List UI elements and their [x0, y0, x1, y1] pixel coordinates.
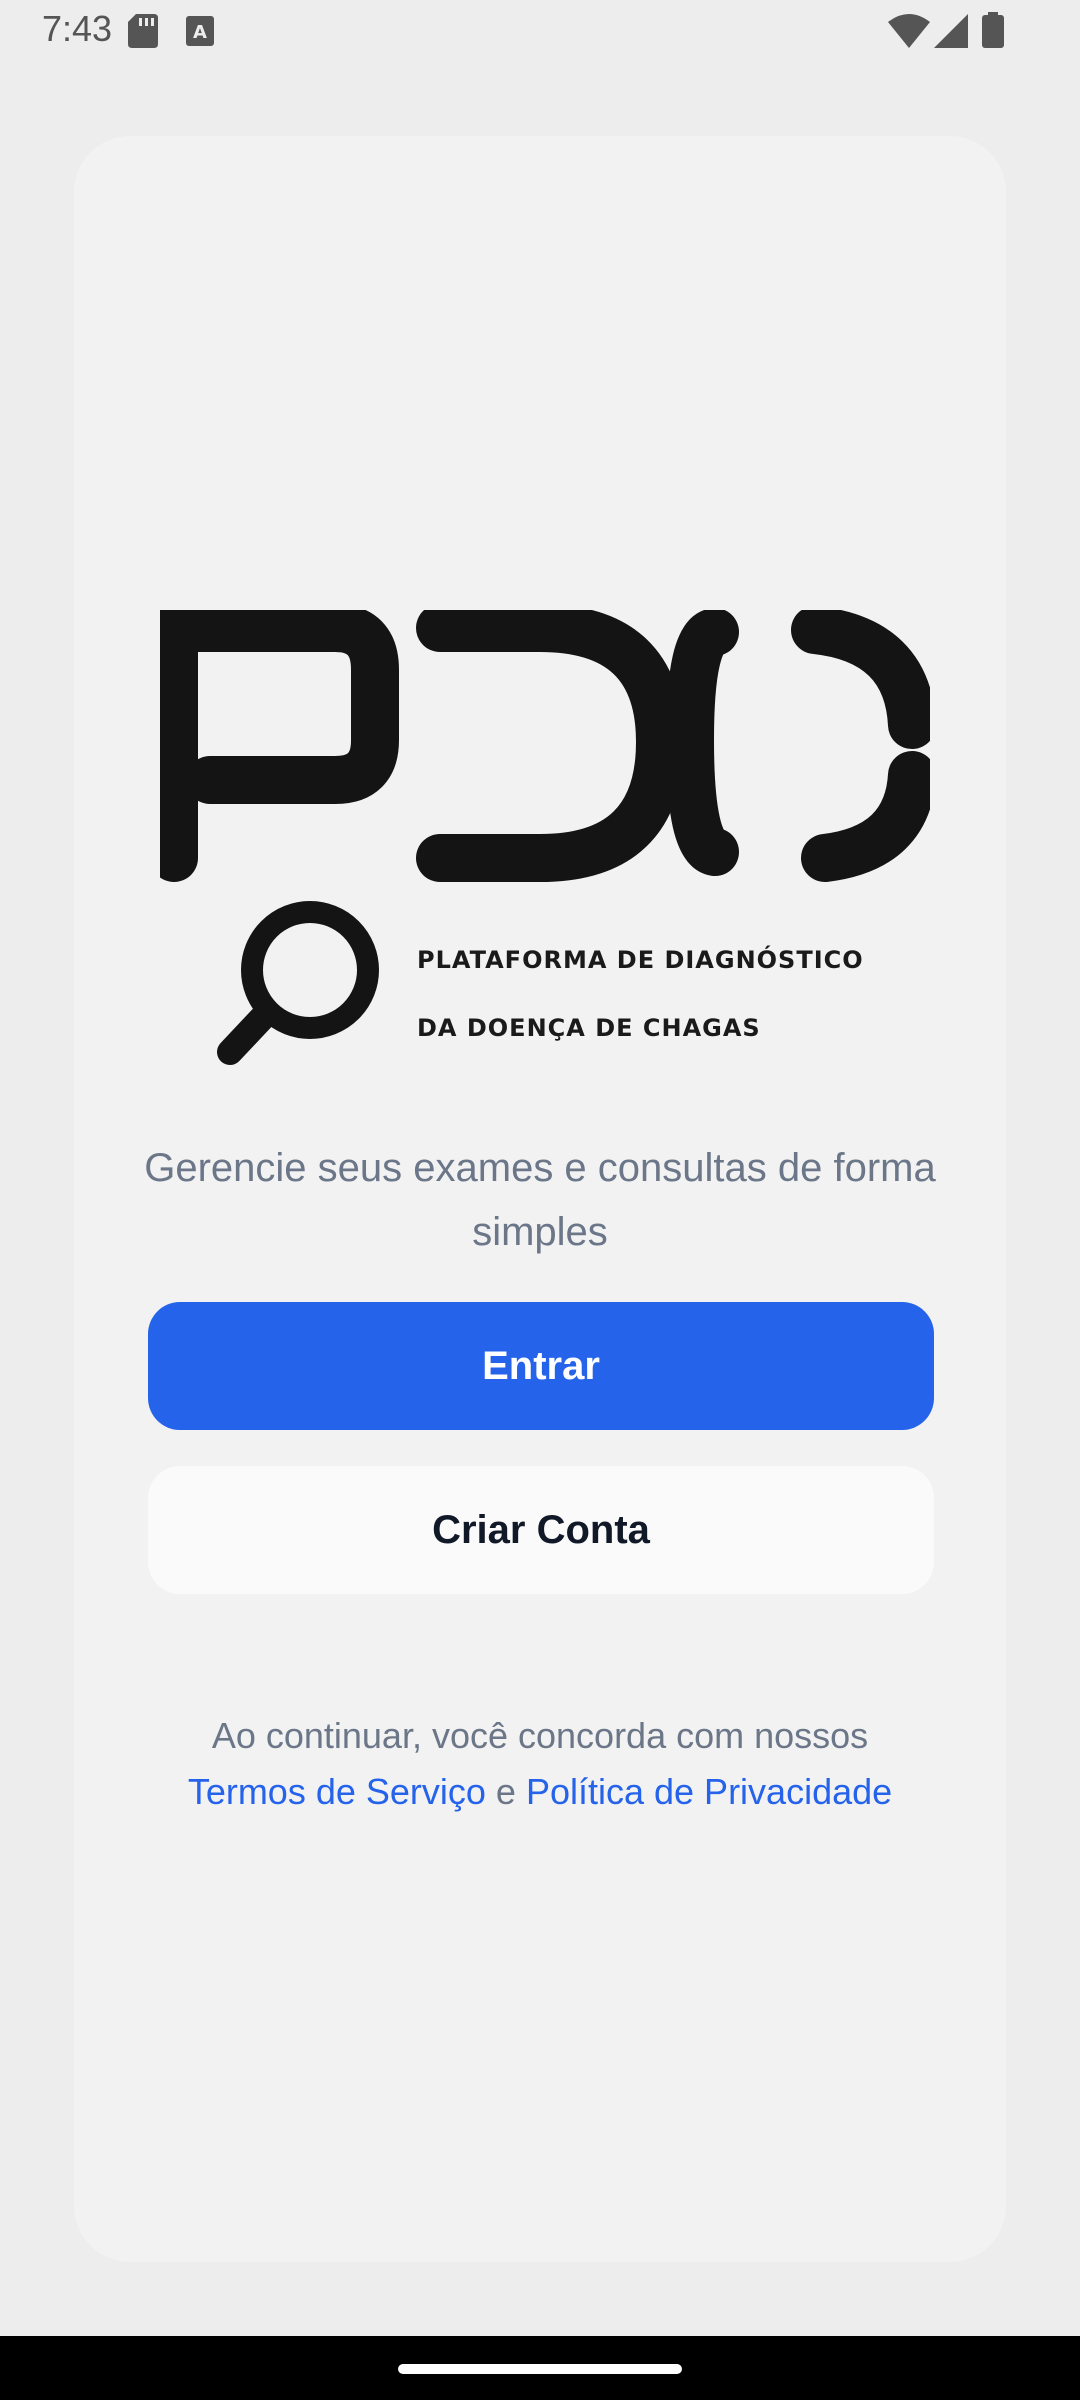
- create-account-button[interactable]: Criar Conta: [148, 1466, 934, 1594]
- status-time: 7:43: [42, 8, 113, 49]
- keyboard-a-icon: A: [186, 16, 214, 51]
- home-indicator[interactable]: [398, 2364, 682, 2374]
- subtitle: Gerencie seus exames e consultas de form…: [144, 1146, 936, 1254]
- battery-icon: [982, 12, 1004, 53]
- legal-conjunction: e: [485, 1771, 526, 1812]
- legal-notice: Ao continuar, você concorda com nossos T…: [140, 1708, 940, 1820]
- status-bar: 7:43 A: [0, 0, 1080, 64]
- wifi-icon: [888, 14, 930, 53]
- screen: 7:43 A PLATAFORMA DE DIAGNÓSTICO DA DOEN…: [0, 0, 1080, 2400]
- pdc-logo: [150, 604, 936, 1080]
- login-button[interactable]: Entrar: [148, 1302, 934, 1430]
- terms-of-service-link[interactable]: Termos de Serviço: [188, 1771, 486, 1812]
- signal-icon: [934, 14, 968, 53]
- sd-card-icon: [128, 14, 158, 53]
- logo-tagline-line-2: DA DOENÇA DE CHAGAS: [417, 1014, 761, 1042]
- legal-prefix: Ao continuar, você concorda com nossos: [211, 1715, 869, 1756]
- privacy-policy-link[interactable]: Política de Privacidade: [526, 1771, 892, 1812]
- logo-tagline-line-1: PLATAFORMA DE DIAGNÓSTICO: [417, 946, 864, 974]
- svg-text:A: A: [193, 22, 207, 43]
